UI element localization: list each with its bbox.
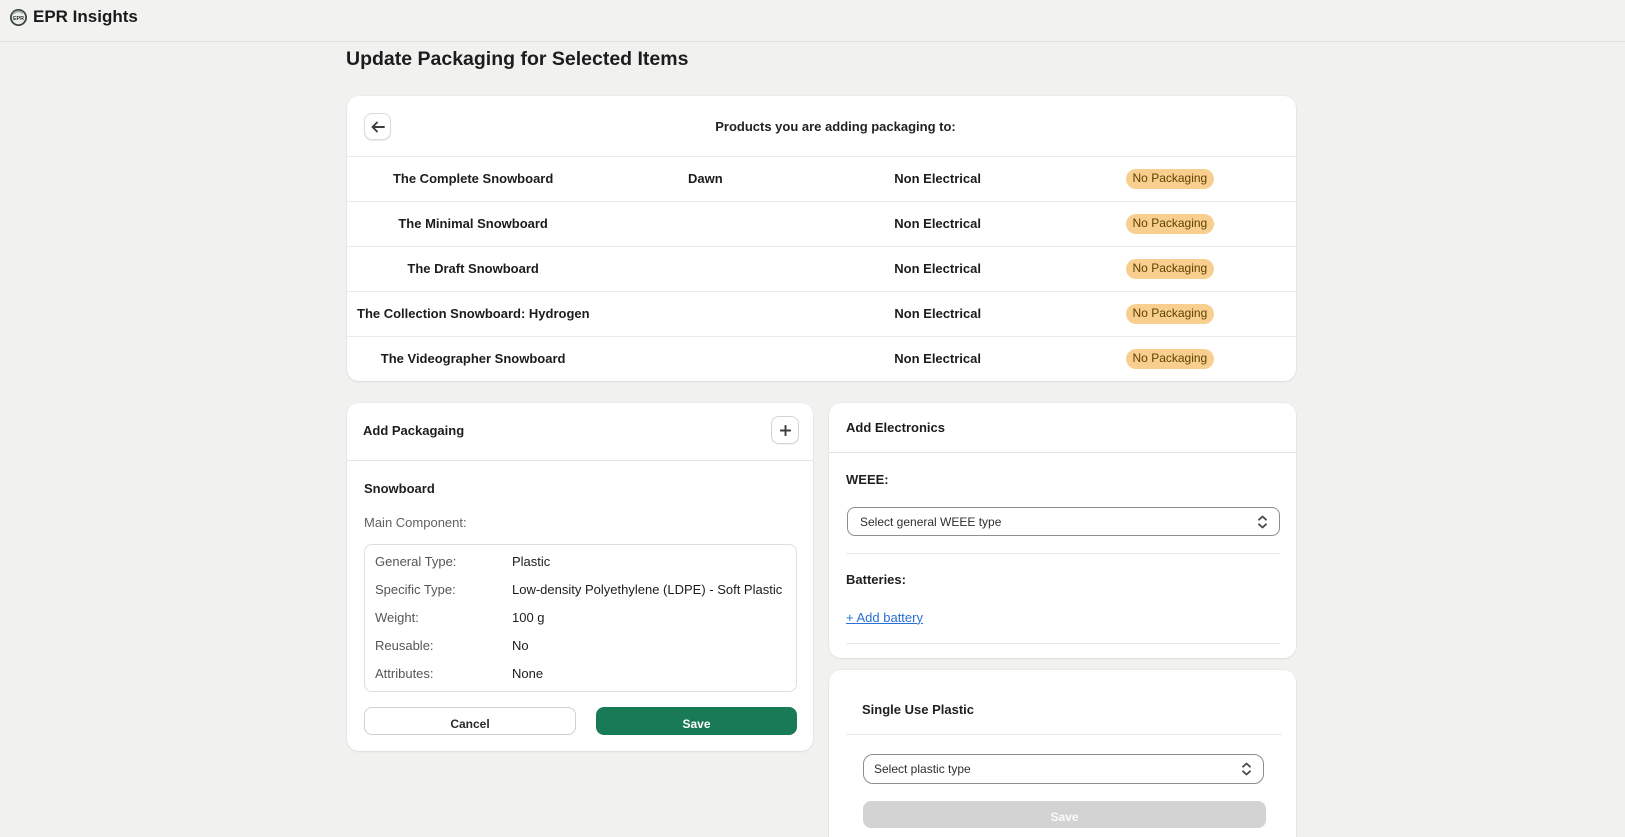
svg-text:EPR: EPR — [13, 16, 24, 22]
